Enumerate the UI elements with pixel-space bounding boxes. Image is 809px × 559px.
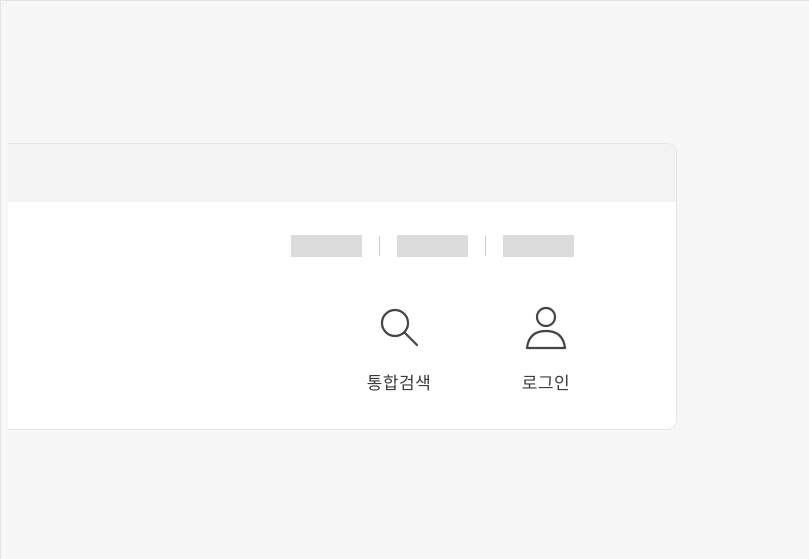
utility-link-2[interactable]: [397, 235, 468, 257]
divider: [485, 236, 486, 256]
divider: [379, 236, 380, 256]
header-card: 통합검색 로그인: [8, 143, 677, 430]
login-label: 로그인: [521, 374, 571, 394]
user-icon: [522, 304, 570, 352]
login-button[interactable]: 로그인: [501, 304, 591, 394]
utility-link-3[interactable]: [503, 235, 574, 257]
utility-link-1[interactable]: [291, 235, 362, 257]
utility-links: [291, 234, 574, 258]
integrated-search-label: 통합검색: [366, 374, 432, 394]
integrated-search-button[interactable]: 통합검색: [354, 304, 444, 394]
search-icon: [375, 304, 423, 352]
header-top-bar: [8, 144, 676, 202]
